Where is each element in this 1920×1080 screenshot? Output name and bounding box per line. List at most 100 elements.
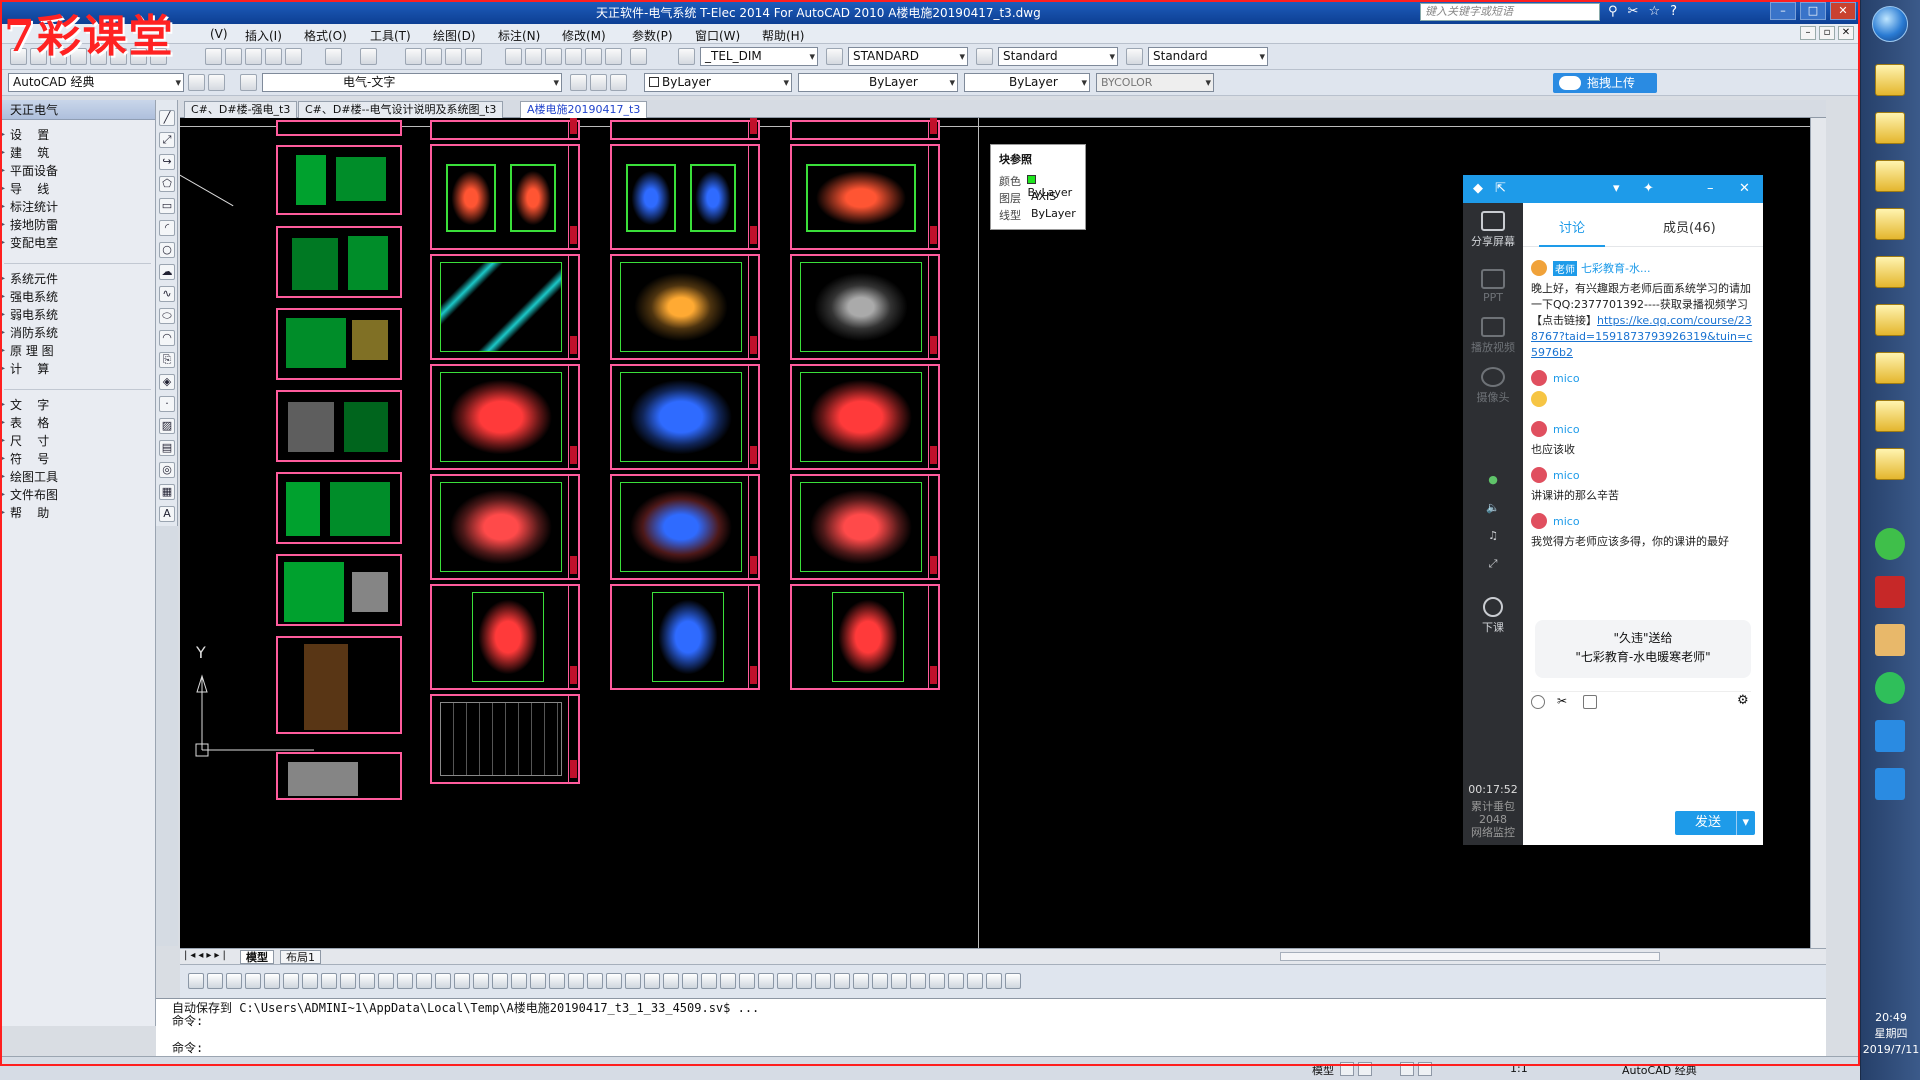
share-screen-button[interactable]: 分享屏幕 — [1463, 211, 1523, 249]
polyline-icon[interactable]: ↪ — [159, 154, 175, 170]
pan-status-icon[interactable] — [1400, 1062, 1414, 1076]
layer-previous-icon[interactable] — [590, 74, 607, 91]
modify-tool-icon[interactable] — [226, 973, 242, 989]
palette-item-wires[interactable]: 导 线 — [0, 180, 155, 198]
palette-item-settings[interactable]: 设 置 — [0, 126, 155, 144]
modify-tool-icon[interactable] — [644, 973, 660, 989]
cut-icon[interactable] — [205, 48, 222, 65]
modify-tool-icon[interactable] — [701, 973, 717, 989]
autocad-icon[interactable] — [1875, 576, 1905, 608]
qq-icon[interactable] — [1875, 672, 1905, 704]
layer-state-icon[interactable] — [610, 74, 627, 91]
folder-icon[interactable] — [1875, 352, 1905, 384]
folder-icon[interactable] — [1875, 448, 1905, 480]
layout-nav-arrows[interactable]: |◂◂▸▸| — [184, 950, 229, 961]
palette-item-system-components[interactable]: 系统元件 — [0, 270, 155, 288]
modify-tool-icon[interactable] — [397, 973, 413, 989]
workspace-settings-icon[interactable] — [188, 74, 205, 91]
menu-window[interactable]: 窗口(W) — [695, 27, 740, 44]
modify-tool-icon[interactable] — [853, 973, 869, 989]
drag-upload-button[interactable]: 拖拽上传 — [1553, 73, 1657, 93]
palette-item-help[interactable]: 帮 助 — [0, 504, 155, 522]
modify-tool-icon[interactable] — [986, 973, 1002, 989]
palette-item-building[interactable]: 建 筑 — [0, 144, 155, 162]
help-toolbar-icon[interactable] — [630, 48, 647, 65]
start-button[interactable] — [1872, 6, 1908, 42]
palette-item-table[interactable]: 表 格 — [0, 414, 155, 432]
doc-tab-cd-design[interactable]: C#、D#楼--电气设计说明及系统图_t3 — [298, 101, 504, 118]
modify-tool-icon[interactable] — [188, 973, 204, 989]
vertical-scrollbar[interactable] — [1810, 118, 1826, 948]
doc-restore-button[interactable]: ▫ — [1819, 26, 1835, 40]
horizontal-scrollbar[interactable] — [1280, 952, 1660, 961]
insert-block-icon[interactable]: ⎘ — [159, 352, 175, 368]
palette-item-fire-system[interactable]: 消防系统 — [0, 324, 155, 342]
mic-button[interactable]: ● — [1463, 473, 1523, 486]
palette-item-dimension[interactable]: 尺 寸 — [0, 432, 155, 450]
settings-icon[interactable]: ⚙ — [1737, 694, 1751, 709]
modify-tool-icon[interactable] — [796, 973, 812, 989]
annotation-scale[interactable]: 1:1 — [1510, 1062, 1528, 1075]
modify-tool-icon[interactable] — [872, 973, 888, 989]
doc-tab-cd-strong[interactable]: C#、D#楼-强电_t3 — [184, 101, 298, 118]
maximize-button[interactable]: □ — [1800, 2, 1826, 20]
command-prompt[interactable]: 命令: — [172, 1039, 203, 1056]
table-style-select[interactable]: Standard — [998, 47, 1118, 66]
zoom-previous-icon[interactable] — [465, 48, 482, 65]
volume-icon[interactable]: 🔈 — [1463, 501, 1523, 514]
doc-close-button[interactable]: ✕ — [1838, 26, 1854, 40]
ppt-button[interactable]: PPT — [1463, 269, 1523, 304]
mleader-style-icon[interactable] — [1126, 48, 1143, 65]
table-icon[interactable]: ▦ — [159, 484, 175, 500]
menu-tools[interactable]: 工具(T) — [370, 27, 411, 44]
layer-select[interactable]: 电气-文字 — [262, 73, 562, 92]
modify-tool-icon[interactable] — [207, 973, 223, 989]
point-icon[interactable]: · — [159, 396, 175, 412]
plotstyle-select[interactable]: BYCOLOR — [1096, 73, 1214, 92]
lineweight-select[interactable]: ByLayer — [964, 73, 1090, 92]
modify-tool-icon[interactable] — [264, 973, 280, 989]
menu-draw[interactable]: 绘图(D) — [433, 27, 476, 44]
zoom-realtime-icon[interactable] — [425, 48, 442, 65]
doc-tab-a-building[interactable]: A楼电施20190417_t3 — [520, 101, 648, 118]
fullscreen-icon[interactable]: ⤢ — [1463, 557, 1523, 571]
text-style-icon[interactable] — [678, 48, 695, 65]
modify-tool-icon[interactable] — [739, 973, 755, 989]
model-space-label[interactable]: 模型 — [1312, 1062, 1334, 1078]
modify-tool-icon[interactable] — [625, 973, 641, 989]
layout-icon[interactable] — [1340, 1062, 1354, 1076]
app-icon[interactable] — [1875, 624, 1905, 656]
camera-button[interactable]: 摄像头 — [1463, 367, 1523, 405]
modify-tool-icon[interactable] — [891, 973, 907, 989]
scissors-icon[interactable]: ✂ — [1557, 695, 1571, 709]
modify-tool-icon[interactable] — [815, 973, 831, 989]
block-editor-icon[interactable] — [285, 48, 302, 65]
modify-tool-icon[interactable] — [549, 973, 565, 989]
markup-icon[interactable] — [585, 48, 602, 65]
folder-icon[interactable] — [1875, 304, 1905, 336]
modify-tool-icon[interactable] — [530, 973, 546, 989]
polygon-icon[interactable]: ⬠ — [159, 176, 175, 192]
layout-tab-model[interactable]: 模型 — [240, 950, 274, 964]
arc-icon[interactable]: ◜ — [159, 220, 175, 236]
folder-icon[interactable] — [1875, 208, 1905, 240]
tools-icon[interactable]: ✂ — [1628, 4, 1639, 19]
menu-modify[interactable]: 修改(M) — [562, 27, 606, 44]
modify-tool-icon[interactable] — [568, 973, 584, 989]
wechat-icon[interactable] — [1875, 528, 1905, 560]
palette-item-grounding[interactable]: 接地防雷 — [0, 216, 155, 234]
classroom-icon[interactable] — [1875, 720, 1905, 752]
send-button[interactable]: 发送 — [1675, 811, 1755, 835]
spline-icon[interactable]: ∿ — [159, 286, 175, 302]
modify-tool-icon[interactable] — [416, 973, 432, 989]
tab-discuss[interactable]: 讨论 — [1559, 217, 1585, 236]
match-properties-icon[interactable] — [265, 48, 282, 65]
help-icon[interactable]: ? — [1670, 4, 1677, 19]
modify-tool-icon[interactable] — [302, 973, 318, 989]
menu-dimension[interactable]: 标注(N) — [498, 27, 540, 44]
modify-tool-icon[interactable] — [587, 973, 603, 989]
palette-item-text[interactable]: 文 字 — [0, 396, 155, 414]
palette-item-substation[interactable]: 变配电室 — [0, 234, 155, 252]
star-icon[interactable]: ☆ — [1648, 4, 1660, 19]
workspace-select[interactable]: AutoCAD 经典 — [8, 73, 184, 92]
